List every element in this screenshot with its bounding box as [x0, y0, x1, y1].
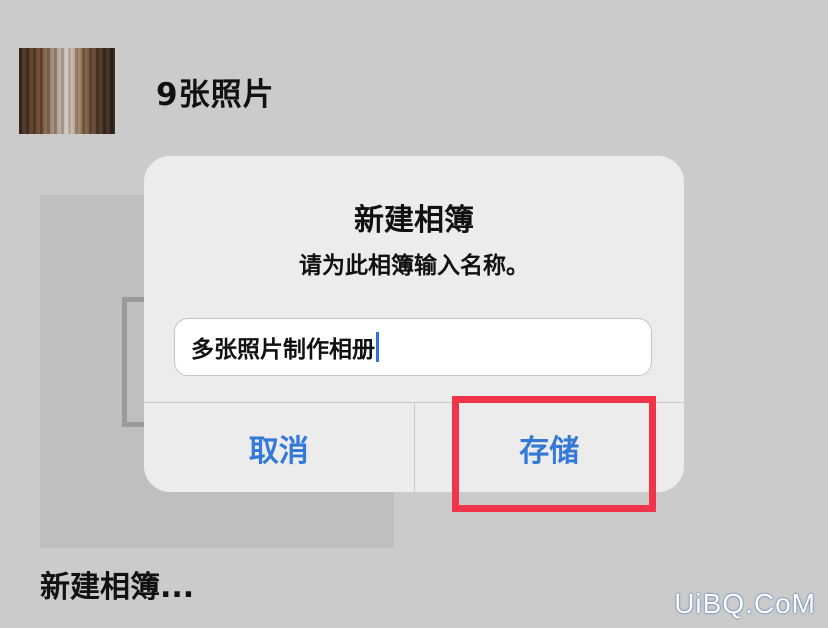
- text-caret: [376, 332, 379, 362]
- album-name-input[interactable]: 多张照片制作相册: [174, 318, 652, 376]
- watermark: UiBQ.CoM: [674, 588, 816, 619]
- cancel-button[interactable]: 取消: [144, 403, 414, 492]
- album-name-value: 多张照片制作相册: [191, 337, 375, 363]
- dialog-message: 请为此相簿输入名称。: [299, 253, 529, 279]
- save-highlight-box: [452, 396, 656, 512]
- dialog-title: 新建相簿: [354, 203, 474, 238]
